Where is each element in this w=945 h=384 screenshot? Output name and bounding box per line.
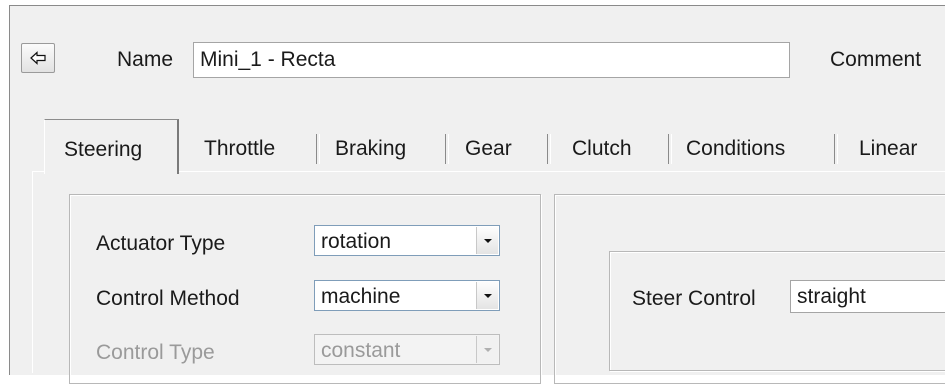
control-type-label: Control Type — [96, 341, 215, 364]
tab-label: Conditions — [686, 137, 786, 160]
tab-label: Braking — [335, 137, 407, 160]
control-type-value: constant — [321, 339, 401, 362]
chevron-down-icon — [476, 336, 498, 363]
tab-steering[interactable]: Steering — [44, 119, 179, 174]
back-arrow-icon — [30, 51, 46, 65]
steer-control-label: Steer Control — [632, 287, 756, 310]
name-label: Name — [117, 48, 174, 71]
tab-panel-edge — [179, 171, 945, 172]
tab-label: Throttle — [204, 137, 276, 160]
tab-label: Clutch — [572, 137, 632, 160]
tab-gear[interactable]: Gear — [465, 122, 512, 172]
actuator-type-select[interactable]: rotation — [314, 225, 500, 256]
tab-separator — [316, 134, 320, 164]
tab-panel-edge — [32, 171, 44, 172]
tab-throttle[interactable]: Throttle — [204, 122, 275, 172]
chevron-down-icon[interactable] — [476, 227, 498, 254]
tab-strip: Steering Throttle Braking Gear Clutch Co… — [44, 119, 945, 174]
tab-label: Gear — [465, 137, 512, 160]
tab-conditions[interactable]: Conditions — [686, 122, 785, 172]
control-method-label: Control Method — [96, 287, 240, 310]
steer-control-select[interactable]: straight — [790, 280, 945, 313]
tab-label: Linear — [859, 137, 918, 160]
tab-braking[interactable]: Braking — [335, 122, 406, 172]
tab-linear[interactable]: Linear — [859, 122, 917, 172]
control-method-value: machine — [321, 285, 401, 308]
tab-separator — [547, 134, 551, 164]
control-method-select[interactable]: machine — [314, 280, 500, 311]
tab-separator — [834, 134, 838, 164]
tab-separator — [445, 134, 449, 164]
tab-panel-edge — [32, 171, 33, 373]
back-button[interactable] — [21, 43, 55, 73]
tab-separator — [668, 134, 672, 164]
name-input[interactable]: Mini_1 - Recta — [193, 42, 790, 78]
tab-clutch[interactable]: Clutch — [572, 122, 632, 172]
actuator-type-value: rotation — [321, 230, 392, 253]
control-type-select: constant — [314, 334, 500, 365]
actuator-type-label: Actuator Type — [96, 232, 226, 255]
comment-label: Comment — [830, 48, 922, 71]
tab-label: Steering — [64, 138, 143, 161]
chevron-down-icon[interactable] — [476, 282, 498, 309]
